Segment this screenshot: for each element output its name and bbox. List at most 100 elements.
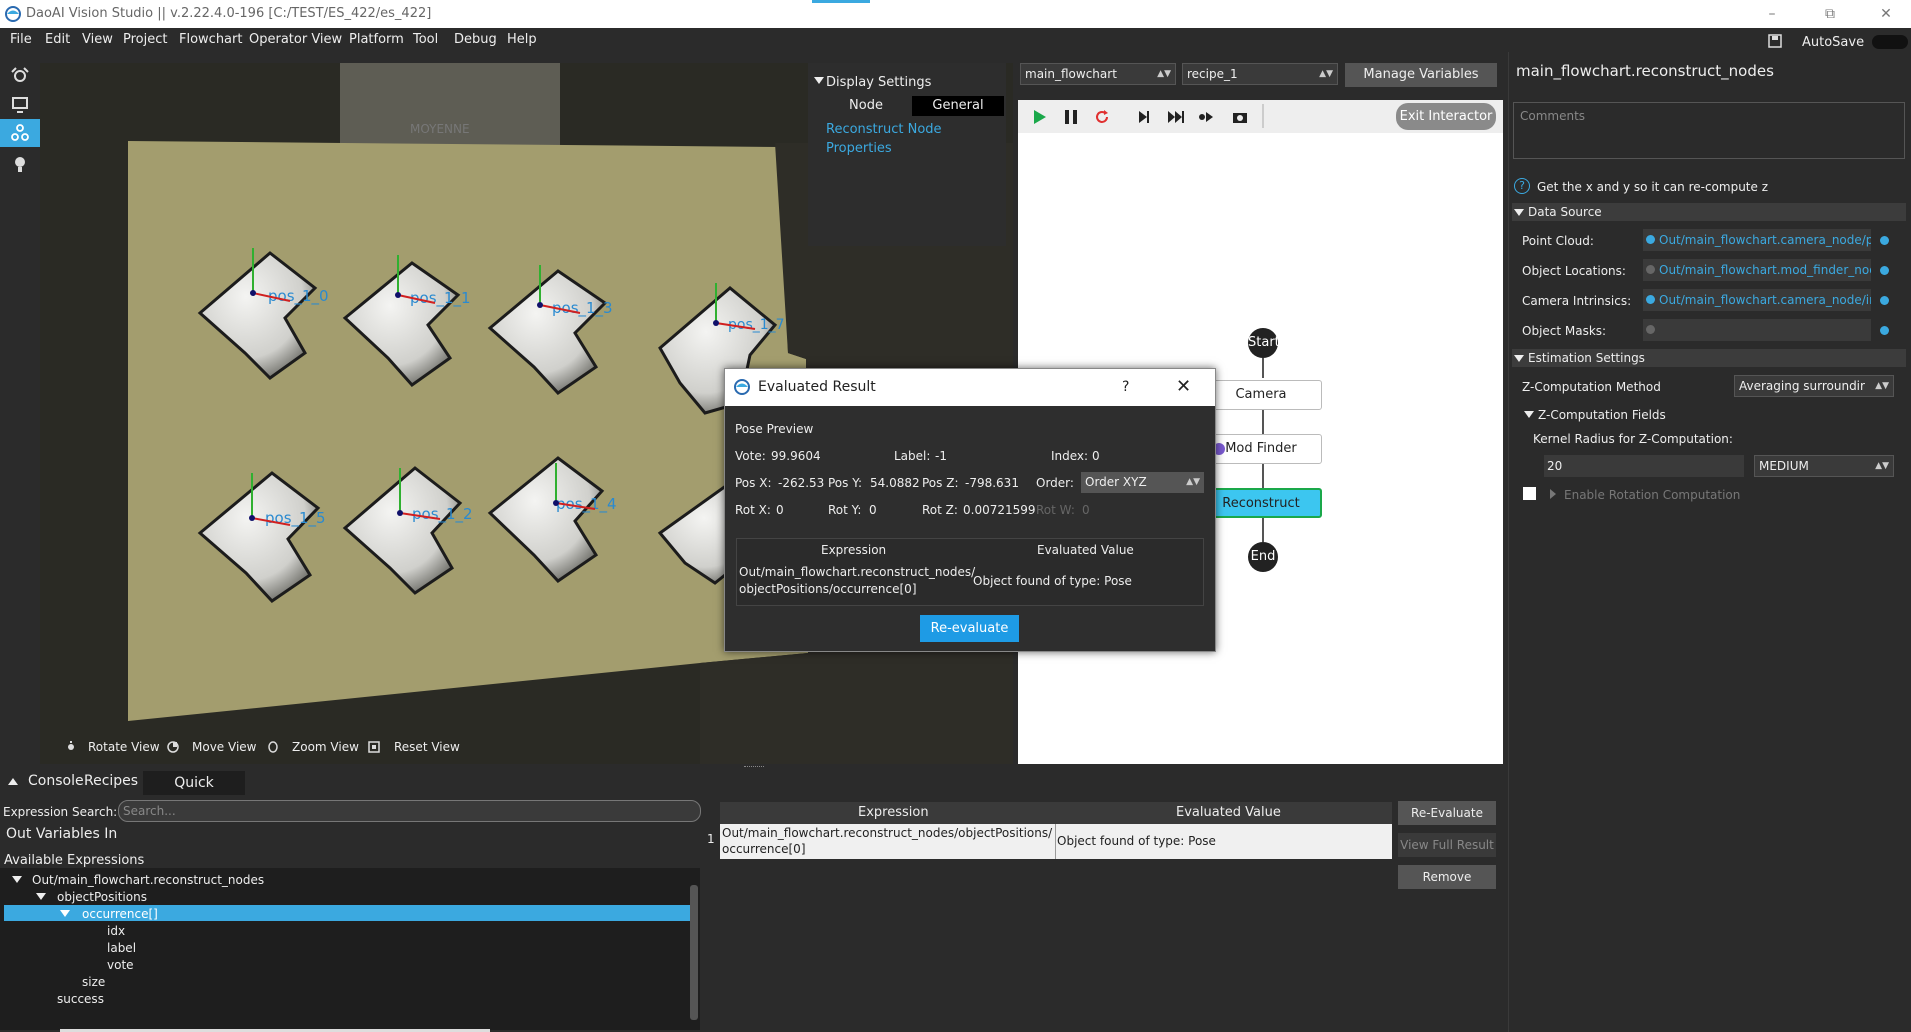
zoom-view-icon[interactable] <box>266 740 280 754</box>
chevron-updown-icon: ▲▼ <box>1157 69 1171 79</box>
point-cloud-field[interactable]: Out/main_flowchart.camera_node/po <box>1643 229 1871 251</box>
reset-view-icon[interactable] <box>367 740 381 754</box>
close-icon[interactable]: ✕ <box>1176 376 1191 397</box>
expression-search-input[interactable]: Search... <box>118 800 701 822</box>
reconstruct-node-link[interactable]: Reconstruct Node <box>826 122 942 137</box>
object-masks-field[interactable] <box>1643 319 1871 341</box>
lightbulb-icon[interactable] <box>8 153 32 177</box>
menu-platform[interactable]: Platform <box>349 32 404 47</box>
object-locations-field[interactable]: Out/main_flowchart.mod_finder_node <box>1643 259 1871 281</box>
expression-line-2: objectPositions/occurrence[0] <box>739 582 917 596</box>
data-source-header[interactable]: Data Source <box>1512 203 1906 221</box>
rot-w-label: Rot W: <box>1036 503 1075 517</box>
re-evaluate-dialog-button[interactable]: Re-evaluate <box>920 615 1019 642</box>
menu-debug[interactable]: Debug <box>454 32 497 47</box>
manage-variables-button[interactable]: Manage Variables <box>1345 63 1497 87</box>
menu-flowchart[interactable]: Flowchart <box>179 32 242 47</box>
close-icon[interactable]: ✕ <box>1876 4 1896 24</box>
fast-forward-icon[interactable] <box>1166 107 1186 127</box>
tab-quick-evaluate[interactable]: Quick Evaluate <box>143 771 245 815</box>
menu-edit[interactable]: Edit <box>45 32 70 47</box>
reset-view-button[interactable]: Reset View <box>394 740 460 754</box>
comments-input[interactable]: Comments <box>1513 102 1905 159</box>
node-title: main_flowchart.reconstruct_nodes <box>1516 62 1774 80</box>
out-variables-label: Out Variables In <box>6 826 118 842</box>
menu-file[interactable]: File <box>10 32 32 47</box>
start-node[interactable]: Start <box>1248 328 1280 358</box>
restore-icon[interactable]: ⧉ <box>1820 4 1840 24</box>
menu-help[interactable]: Help <box>507 32 537 47</box>
play-icon[interactable] <box>1029 107 1049 127</box>
order-select[interactable]: Order XYZ ▲▼ <box>1081 472 1204 493</box>
exit-interactor-button[interactable]: Exit Interactor <box>1396 103 1496 130</box>
tree-item-success[interactable]: success <box>57 992 104 1006</box>
flowchart-nodes-icon[interactable] <box>8 121 32 145</box>
camera-node[interactable]: Camera <box>1200 380 1322 410</box>
title-accent <box>812 0 870 3</box>
menu-project[interactable]: Project <box>123 32 167 47</box>
move-view-button[interactable]: Move View <box>192 740 256 754</box>
tree-expand-icon[interactable] <box>12 876 22 883</box>
autosave-label: AutoSave <box>1802 35 1865 50</box>
menu-tool[interactable]: Tool <box>413 32 438 47</box>
tree-scrollbar[interactable] <box>690 885 698 1020</box>
step-icon[interactable] <box>1134 107 1154 127</box>
tree-item-vote[interactable]: vote <box>107 958 134 972</box>
kernel-size-select[interactable]: MEDIUM ▲▼ <box>1754 455 1894 477</box>
tree-item-label[interactable]: label <box>107 941 136 955</box>
tree-item-idx[interactable]: idx <box>107 924 125 938</box>
enable-rotation-label: Enable Rotation Computation <box>1564 488 1741 502</box>
properties-link[interactable]: Properties <box>826 141 892 156</box>
table-row[interactable]: Out/main_flowchart.reconstruct_nodes/obj… <box>720 824 1392 859</box>
monitor-icon[interactable] <box>8 93 32 117</box>
view-full-result-button[interactable]: View Full Result <box>1398 833 1496 857</box>
tab-general[interactable]: General <box>912 96 1004 116</box>
tree-item-occurrence[interactable]: occurrence[] <box>82 907 158 921</box>
save-icon[interactable] <box>1768 34 1782 48</box>
estimation-settings-header[interactable]: Estimation Settings <box>1512 349 1906 367</box>
tab-node[interactable]: Node <box>820 96 912 116</box>
rotate-view-button[interactable]: Rotate View <box>88 740 160 754</box>
enable-rotation-checkbox[interactable] <box>1523 487 1536 500</box>
zoom-view-button[interactable]: Zoom View <box>292 740 359 754</box>
tree-item-size[interactable]: size <box>82 975 105 989</box>
splitter-handle[interactable] <box>744 766 764 768</box>
autosave-toggle[interactable] <box>1872 35 1908 49</box>
tree-expand-icon[interactable] <box>36 893 46 900</box>
run-to-icon[interactable] <box>1197 107 1217 127</box>
restart-icon[interactable] <box>1092 107 1112 127</box>
flowchart-select[interactable]: main_flowchart ▲▼ <box>1020 63 1176 85</box>
recipe-select[interactable]: recipe_1 ▲▼ <box>1182 63 1338 85</box>
move-view-icon[interactable] <box>166 740 180 754</box>
column-evaluated-value: Evaluated Value <box>1176 805 1281 820</box>
tab-console[interactable]: Console <box>28 773 84 789</box>
display-settings-title[interactable]: Display Settings <box>826 75 931 90</box>
tree-expand-icon[interactable] <box>60 910 70 917</box>
tree-item-object-positions[interactable]: objectPositions <box>57 890 147 904</box>
pos-z-value: -798.631 <box>965 476 1019 490</box>
camera-eye-icon[interactable] <box>8 64 32 88</box>
chevron-updown-icon: ▲▼ <box>1319 69 1333 79</box>
menu-operator-view[interactable]: Operator View <box>249 32 342 47</box>
tab-recipes[interactable]: Recipes <box>84 773 138 789</box>
collapse-up-icon[interactable] <box>8 778 18 785</box>
end-node[interactable]: End <box>1248 542 1278 572</box>
menu-view[interactable]: View <box>82 32 113 47</box>
camera-intrinsics-field[interactable]: Out/main_flowchart.camera_node/int <box>1643 289 1871 311</box>
camera-record-icon[interactable] <box>1230 107 1250 127</box>
collapse-triangle-icon[interactable] <box>814 77 824 84</box>
collapse-triangle-icon[interactable] <box>1524 411 1534 418</box>
minimize-icon[interactable]: – <box>1762 4 1782 24</box>
kernel-radius-input[interactable]: 20 <box>1544 455 1744 477</box>
camera-intrinsics-label: Camera Intrinsics: <box>1522 294 1632 308</box>
z-method-select[interactable]: Averaging surroundir ▲▼ <box>1734 375 1894 397</box>
rotate-view-icon[interactable] <box>64 740 78 754</box>
rot-z-value: 0.00721599 <box>963 503 1036 517</box>
pause-icon[interactable] <box>1061 107 1081 127</box>
pos-x-label: Pos X: <box>735 476 772 490</box>
remove-button[interactable]: Remove <box>1398 865 1496 889</box>
reconstruct-node[interactable]: Reconstruct <box>1200 488 1322 518</box>
tree-item-root[interactable]: Out/main_flowchart.reconstruct_nodes <box>32 873 264 887</box>
help-button[interactable]: ? <box>1122 379 1129 395</box>
re-evaluate-button[interactable]: Re-Evaluate <box>1398 801 1496 825</box>
